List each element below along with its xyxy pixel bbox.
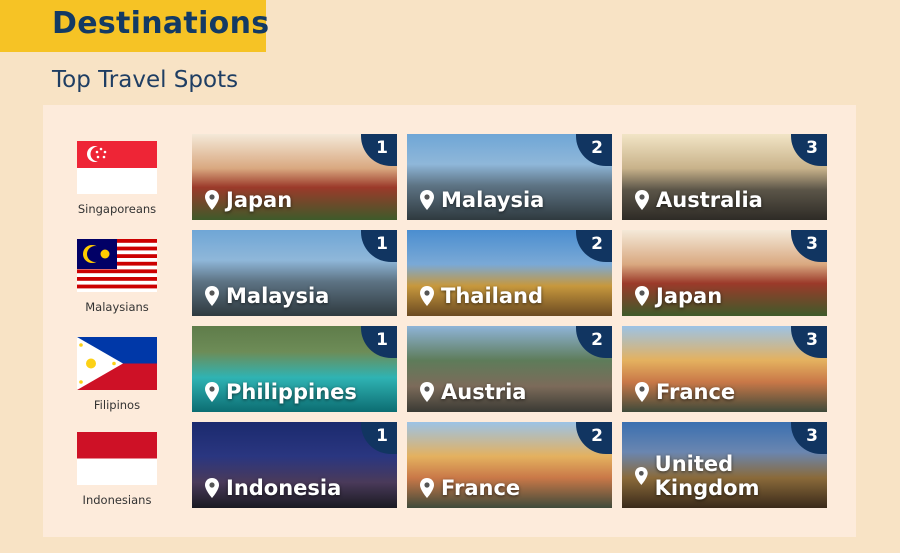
rank-badge: 1 xyxy=(376,138,388,158)
location-pin-icon xyxy=(420,190,434,210)
indonesia-flag-icon xyxy=(77,432,157,485)
destination-name: Thailand xyxy=(441,284,543,308)
rank-badge: 2 xyxy=(591,138,603,158)
nationality-filipinos: Filipinos xyxy=(67,337,167,412)
location-pin-icon xyxy=(635,286,649,306)
rank-badge: 2 xyxy=(591,330,603,350)
nationality-label: Indonesians xyxy=(82,493,152,507)
rank-badge: 3 xyxy=(806,330,818,350)
destination-name: Malaysia xyxy=(226,284,330,308)
nationality-singaporeans: Singaporeans xyxy=(67,141,167,216)
destination-name: France xyxy=(441,476,521,500)
malaysia-flag-icon xyxy=(77,239,157,292)
destination-name: Malaysia xyxy=(441,188,545,212)
destinations-panel: Singaporeans 1 Japan 2 Malaysia 3 Austra… xyxy=(43,105,856,537)
destination-name: France xyxy=(656,380,736,404)
destination-card[interactable]: 2 Thailand xyxy=(407,230,612,316)
rank-badge: 1 xyxy=(376,234,388,254)
destination-name: Japan xyxy=(656,284,723,308)
location-pin-icon xyxy=(205,478,219,498)
destination-card[interactable]: 1 Japan xyxy=(192,134,397,220)
destination-card[interactable]: 3 France xyxy=(622,326,827,412)
destination-card[interactable]: 1 Philippines xyxy=(192,326,397,412)
destination-card[interactable]: 3 Japan xyxy=(622,230,827,316)
location-pin-icon xyxy=(205,382,219,402)
nationality-label: Malaysians xyxy=(85,300,149,314)
destination-card[interactable]: 3 United Kingdom xyxy=(622,422,827,508)
nationality-label: Filipinos xyxy=(93,398,141,412)
destination-name: Australia xyxy=(656,188,763,212)
page-subtitle: Top Travel Spots xyxy=(52,67,239,93)
location-pin-icon xyxy=(420,478,434,498)
location-pin-icon xyxy=(205,190,219,210)
destination-name: United Kingdom xyxy=(654,452,760,500)
philippines-flag-icon xyxy=(77,337,157,390)
rank-badge: 2 xyxy=(591,426,603,446)
location-pin-icon xyxy=(635,466,648,486)
destination-card[interactable]: 2 Austria xyxy=(407,326,612,412)
rank-badge: 2 xyxy=(591,234,603,254)
location-pin-icon xyxy=(420,286,434,306)
destination-name: Indonesia xyxy=(226,476,342,500)
destination-card[interactable]: 3 Australia xyxy=(622,134,827,220)
nationality-indonesians: Indonesians xyxy=(67,432,167,507)
destination-name: Philippines xyxy=(226,380,357,404)
rank-badge: 3 xyxy=(806,426,818,446)
location-pin-icon xyxy=(205,286,219,306)
rank-badge: 3 xyxy=(806,234,818,254)
location-pin-icon xyxy=(635,190,649,210)
rank-badge: 1 xyxy=(376,330,388,350)
destination-card[interactable]: 2 France xyxy=(407,422,612,508)
nationality-label: Singaporeans xyxy=(77,202,157,216)
rank-badge: 1 xyxy=(376,426,388,446)
location-pin-icon xyxy=(635,382,649,402)
destination-name: Japan xyxy=(226,188,293,212)
destination-card[interactable]: 1 Indonesia xyxy=(192,422,397,508)
rank-badge: 3 xyxy=(806,138,818,158)
location-pin-icon xyxy=(420,382,434,402)
destination-card[interactable]: 2 Malaysia xyxy=(407,134,612,220)
nationality-malaysians: Malaysians xyxy=(67,239,167,314)
singapore-flag-icon xyxy=(77,141,157,194)
destination-name: Austria xyxy=(441,380,527,404)
destination-card[interactable]: 1 Malaysia xyxy=(192,230,397,316)
page-title: Destinations xyxy=(52,6,270,41)
